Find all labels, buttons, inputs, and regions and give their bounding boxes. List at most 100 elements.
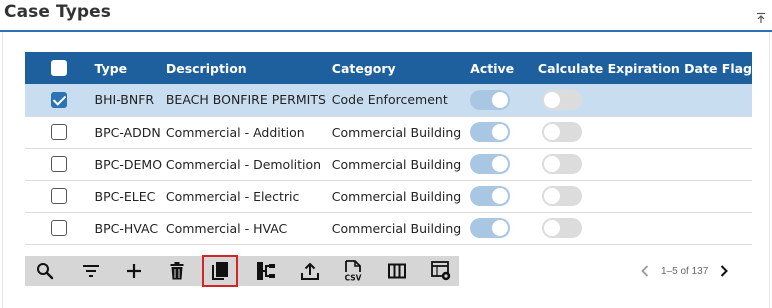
- toggle-knob: [543, 156, 560, 172]
- cell-description: Commercial - HVAC: [165, 212, 332, 245]
- add-icon: [127, 264, 141, 278]
- cell-category: Commercial Building: [331, 148, 471, 181]
- cell-calc-exp-flag: [537, 148, 752, 181]
- cell-type: BPC-ELEC: [80, 180, 166, 213]
- panel-body: Type Description Category Active Calcula…: [2, 32, 770, 308]
- cell-description: Commercial - Demolition: [165, 148, 332, 181]
- table-row[interactable]: BPC-HVAC Commercial - HVAC Commercial Buil…: [25, 212, 752, 245]
- table-row[interactable]: BPC-ELEC Commercial - Electric Commercial …: [25, 180, 752, 213]
- toggle-knob: [543, 188, 560, 204]
- copy-button[interactable]: [202, 255, 238, 287]
- csv-icon: CSV: [345, 260, 362, 283]
- column-header-description[interactable]: Description: [165, 52, 332, 84]
- toggle-knob: [543, 91, 560, 108]
- row-checkbox[interactable]: [51, 124, 67, 141]
- cell-description: Commercial - Electric: [165, 180, 332, 213]
- cell-active: [470, 180, 538, 213]
- calc-exp-flag-toggle[interactable]: [541, 154, 582, 174]
- export-button[interactable]: [292, 256, 328, 286]
- filter-icon: [83, 265, 99, 277]
- cell-type: BPC-ADDN: [80, 116, 166, 149]
- table-header-row: Type Description Category Active Calcula…: [25, 52, 752, 84]
- active-toggle[interactable]: [470, 154, 511, 174]
- cell-type: BPC-HVAC: [80, 212, 166, 245]
- cell-active: [470, 84, 538, 117]
- column-header-active[interactable]: Active: [470, 52, 538, 84]
- row-select-cell: [25, 148, 81, 181]
- column-header-calc-exp-flag[interactable]: Calculate Expiration Date Flag: [537, 52, 752, 84]
- cell-category: Code Enforcement: [331, 84, 471, 117]
- calc-exp-flag-toggle[interactable]: [541, 122, 582, 142]
- column-header-category[interactable]: Category: [331, 52, 471, 84]
- row-select-cell: [25, 84, 81, 117]
- grid-toolbar: CSV: [25, 255, 459, 287]
- row-select-cell: [25, 180, 81, 213]
- csv-export-button[interactable]: CSV: [335, 256, 371, 286]
- panel-header: Case Types: [0, 0, 772, 32]
- cell-active: [470, 148, 538, 181]
- toggle-knob: [492, 156, 509, 172]
- search-icon: [37, 263, 54, 280]
- collapse-icon[interactable]: [756, 9, 766, 23]
- copy-icon: [212, 262, 228, 280]
- active-toggle[interactable]: [470, 218, 511, 238]
- table-body: BHI-BNFR BEACH BONFIRE PERMITS Code Enforc…: [25, 84, 752, 245]
- grid-settings-button[interactable]: [423, 256, 459, 286]
- column-header-type[interactable]: Type: [80, 52, 166, 84]
- toggle-knob: [543, 124, 560, 140]
- toggle-knob: [492, 188, 509, 204]
- select-all-checkbox[interactable]: [51, 60, 67, 77]
- cell-calc-exp-flag: [537, 116, 752, 149]
- row-checkbox[interactable]: [51, 92, 67, 108]
- cell-type: BHI-BNFR: [80, 84, 166, 117]
- calc-exp-flag-toggle[interactable]: [541, 186, 582, 206]
- row-checkbox[interactable]: [51, 220, 67, 237]
- row-select-cell: [25, 116, 81, 149]
- cell-description: BEACH BONFIRE PERMITS: [165, 84, 332, 117]
- hierarchy-icon: [257, 262, 275, 280]
- row-checkbox[interactable]: [51, 188, 67, 205]
- add-button[interactable]: [116, 256, 152, 286]
- table-row[interactable]: BPC-ADDN Commercial - Addition Commercial …: [25, 116, 752, 149]
- table-row[interactable]: BHI-BNFR BEACH BONFIRE PERMITS Code Enforc…: [25, 84, 752, 117]
- cell-calc-exp-flag: [537, 84, 752, 117]
- grid-settings-icon: [431, 261, 451, 281]
- delete-button[interactable]: [159, 256, 195, 286]
- previous-page-button[interactable]: [639, 262, 651, 280]
- pager: 1–5 of 137: [639, 262, 730, 280]
- case-types-table: Type Description Category Active Calcula…: [25, 52, 752, 245]
- calc-exp-flag-toggle[interactable]: [541, 218, 582, 238]
- columns-icon: [388, 263, 406, 279]
- toggle-knob: [543, 220, 560, 236]
- svg-text:CSV: CSV: [345, 274, 362, 283]
- cell-category: Commercial Building: [331, 116, 471, 149]
- select-all-cell: [25, 52, 81, 84]
- page-title: Case Types: [4, 2, 111, 22]
- active-toggle[interactable]: [470, 122, 511, 142]
- next-page-button[interactable]: [718, 262, 730, 280]
- table-row[interactable]: BPC-DEMO Commercial - Demolition Commercia…: [25, 148, 752, 181]
- cell-active: [470, 116, 538, 149]
- chevron-left-icon: [641, 265, 649, 277]
- hierarchy-button[interactable]: [248, 256, 284, 286]
- row-select-cell: [25, 212, 81, 245]
- chevron-right-icon: [721, 265, 729, 277]
- calc-exp-flag-toggle[interactable]: [541, 89, 582, 110]
- active-toggle[interactable]: [470, 186, 511, 206]
- active-toggle[interactable]: [470, 89, 511, 110]
- search-button[interactable]: [27, 256, 63, 286]
- columns-button[interactable]: [379, 256, 415, 286]
- cell-category: Commercial Building: [331, 212, 471, 245]
- toggle-knob: [492, 124, 509, 140]
- filter-button[interactable]: [73, 256, 109, 286]
- toggle-knob: [492, 220, 509, 236]
- export-icon: [301, 262, 319, 280]
- delete-icon: [170, 262, 184, 280]
- cell-category: Commercial Building: [331, 180, 471, 213]
- cell-calc-exp-flag: [537, 180, 752, 213]
- cell-description: Commercial - Addition: [165, 116, 332, 149]
- row-checkbox[interactable]: [51, 156, 67, 173]
- pager-status: 1–5 of 137: [661, 265, 709, 277]
- cell-type: BPC-DEMO: [80, 148, 166, 181]
- cell-calc-exp-flag: [537, 212, 752, 245]
